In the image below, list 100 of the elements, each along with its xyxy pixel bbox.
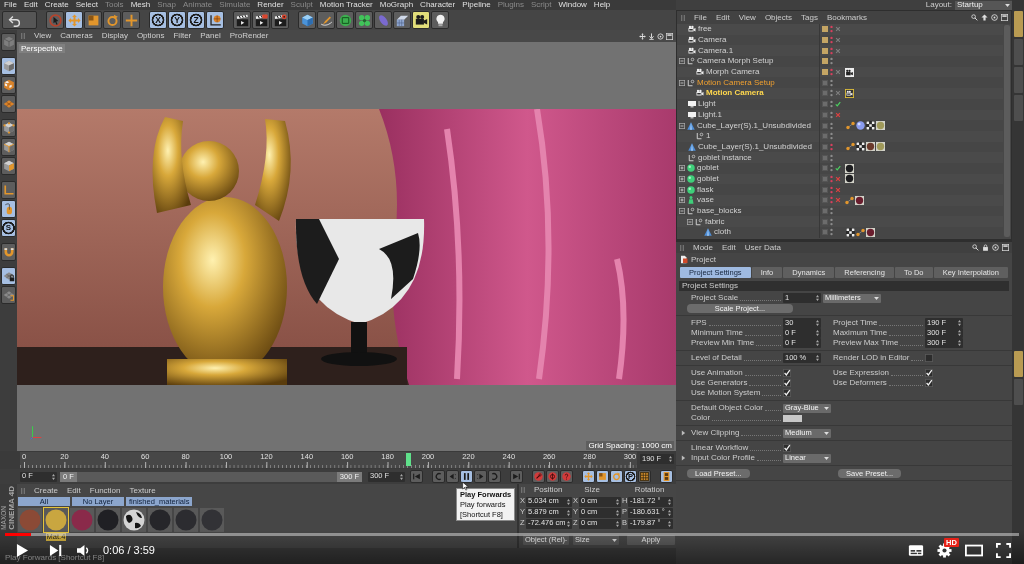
stacked-dots-icon[interactable] [830, 78, 833, 87]
menu-item[interactable]: Texture [129, 485, 156, 496]
record-button[interactable] [532, 470, 545, 483]
snap-button[interactable]: S [1, 219, 16, 237]
stacked-dots-icon[interactable] [830, 100, 833, 109]
render-view-button[interactable] [233, 11, 251, 29]
stacked-dots-icon[interactable] [830, 89, 833, 98]
video-progress-track[interactable] [5, 533, 1019, 536]
sphere-tag-icon[interactable] [856, 121, 865, 131]
window-icon[interactable] [1001, 14, 1008, 21]
checkbox[interactable] [925, 379, 933, 387]
expand-icon[interactable] [679, 186, 685, 193]
target-icon[interactable] [992, 244, 999, 251]
menu-item[interactable]: Panel [200, 31, 221, 41]
workplane-align-button[interactable] [1, 286, 16, 304]
menu-item[interactable]: Filter [173, 31, 192, 41]
material-tag-icon[interactable] [845, 163, 854, 173]
menu-item[interactable]: View [738, 12, 756, 23]
checkbox[interactable] [783, 369, 791, 377]
material-tag-icon[interactable] [866, 227, 875, 237]
key-scale-button[interactable] [596, 470, 609, 483]
move-button[interactable] [65, 11, 83, 29]
menu-item[interactable]: Create [34, 485, 58, 496]
keyset-button[interactable] [560, 470, 573, 483]
checkbox[interactable] [925, 369, 933, 377]
key-points-button[interactable] [638, 470, 651, 483]
stacked-dots-icon[interactable] [830, 142, 833, 151]
camera-button[interactable] [412, 11, 430, 29]
menu-item[interactable]: File [694, 12, 707, 23]
material-tag-icon[interactable] [876, 121, 885, 131]
menu-item[interactable]: Select [75, 0, 98, 10]
render-picture-button[interactable] [252, 11, 270, 29]
menu-item[interactable]: Edit [67, 485, 81, 496]
checkbox[interactable] [925, 354, 933, 362]
scale-button[interactable] [84, 11, 102, 29]
axis-button[interactable]: Z [187, 11, 205, 29]
menu-item[interactable]: Tags [801, 12, 818, 23]
stacked-dots-icon[interactable] [830, 164, 833, 173]
scrollbar[interactable] [1004, 25, 1010, 237]
go-start-button[interactable] [410, 470, 423, 483]
linked-dots-icon[interactable] [845, 195, 854, 205]
linked-dots-icon[interactable] [846, 142, 855, 152]
menu-item[interactable]: Cameras [60, 31, 93, 41]
volume-icon[interactable] [76, 543, 91, 557]
lock-icon[interactable] [982, 244, 989, 251]
menu-item[interactable]: Objects [764, 12, 792, 23]
next-icon[interactable] [49, 543, 62, 557]
material-tag-icon[interactable] [855, 195, 864, 205]
axis-button[interactable]: Y [168, 11, 186, 29]
pen-button[interactable] [317, 11, 335, 29]
menu-item[interactable]: Mesh [130, 0, 151, 10]
stacked-dots-icon[interactable] [830, 228, 833, 237]
expand-icon[interactable] [679, 165, 685, 172]
collapse-icon[interactable] [679, 58, 685, 65]
stacked-dots-icon[interactable] [830, 121, 833, 130]
four-arrows-icon[interactable] [639, 32, 646, 40]
stacked-dots-icon[interactable] [830, 36, 833, 45]
menu-item[interactable]: Render [257, 0, 284, 10]
key-rotation-button[interactable] [610, 470, 623, 483]
up-arrow-icon[interactable] [981, 14, 988, 21]
linked-dots-icon[interactable] [846, 121, 855, 131]
material-tag-icon[interactable] [876, 142, 885, 152]
menu-item[interactable]: Help [593, 0, 611, 10]
checkbox[interactable] [783, 444, 791, 452]
expand-arrow-icon[interactable] [681, 455, 686, 461]
menu-item[interactable]: Function [89, 485, 121, 496]
menu-item[interactable]: Edit [23, 0, 38, 10]
camera-tag-icon[interactable] [845, 67, 854, 77]
magnet-button[interactable] [1, 243, 16, 261]
stacked-dots-icon[interactable] [830, 207, 833, 216]
subtitles-icon[interactable] [908, 543, 924, 557]
texture-button[interactable] [1, 76, 16, 94]
menu-item[interactable]: Display [101, 31, 128, 41]
cube-button[interactable] [298, 11, 316, 29]
menu-item[interactable]: Create [44, 0, 69, 10]
color-swatch[interactable] [783, 414, 802, 422]
collapse-icon[interactable] [687, 218, 693, 225]
tweak-button[interactable] [1, 200, 16, 218]
menu-item[interactable]: Edit [715, 12, 730, 23]
checker-tag-icon[interactable] [866, 121, 875, 131]
stacked-dots-icon[interactable] [830, 25, 833, 34]
expand-arrow-icon[interactable] [681, 430, 686, 436]
material-ball[interactable] [122, 508, 146, 532]
theater-mode-icon[interactable] [965, 543, 983, 557]
checkbox[interactable] [783, 379, 791, 387]
go-end-button[interactable] [510, 470, 523, 483]
linked-dots-icon[interactable] [856, 227, 865, 237]
menu-item[interactable]: View [34, 31, 52, 41]
menu-item[interactable]: Character [420, 0, 456, 10]
down-arrow-icon[interactable] [648, 32, 655, 40]
menu-item[interactable]: ProRender [229, 31, 269, 41]
collapse-icon[interactable] [679, 122, 685, 129]
material-tag-icon[interactable] [866, 142, 875, 152]
target-icon[interactable] [657, 32, 664, 40]
stacked-dots-icon[interactable] [830, 46, 833, 55]
menu-item[interactable]: User Data [744, 242, 781, 253]
checker-tag-icon[interactable] [846, 227, 855, 237]
menu-item[interactable]: Window [558, 0, 587, 10]
layer-swatch[interactable] [822, 37, 828, 44]
stacked-dots-icon[interactable] [830, 217, 833, 226]
